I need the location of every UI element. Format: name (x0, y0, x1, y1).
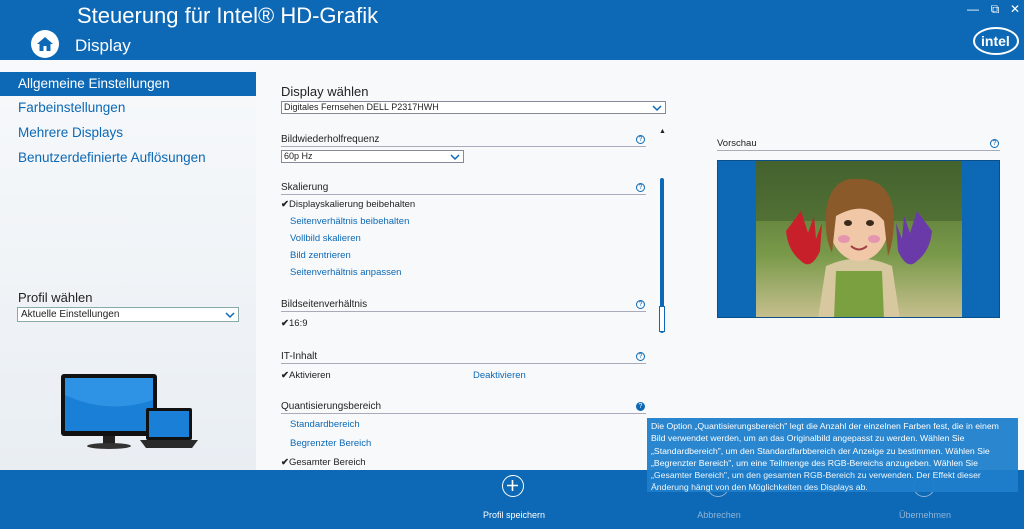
scaling-option-customize-aspect[interactable]: Seitenverhältnis anpassen (290, 267, 401, 278)
preview-frame (717, 160, 1000, 318)
refresh-rate-title: Bildwiederholfrequenz (281, 134, 380, 145)
aspect-ratio-title: Bildseitenverhältnis (281, 299, 368, 310)
chevron-down-icon (450, 154, 460, 161)
divider (281, 363, 646, 364)
intel-logo: intel (973, 27, 1019, 55)
sidebar: Allgemeine Einstellungen Farbeinstellung… (0, 60, 256, 470)
page-title: Display (75, 36, 131, 55)
title-bar: Steuerung für Intel® HD-Grafik Display —… (0, 0, 1024, 60)
quantization-title: Quantisierungsbereich (281, 401, 382, 412)
it-content-activate[interactable]: ✔Aktivieren (281, 370, 331, 381)
minimize-button[interactable]: — (966, 2, 980, 16)
checkmark-icon: ✔ (281, 457, 289, 468)
it-content-deactivate[interactable]: Deaktivieren (473, 370, 526, 381)
restore-button[interactable]: ⧉ (988, 2, 1002, 16)
home-icon (37, 37, 53, 51)
scaling-option-full-screen[interactable]: Vollbild skalieren (290, 233, 361, 244)
display-select[interactable]: Digitales Fernsehen DELL P2317HWH (281, 101, 666, 114)
save-profile-button[interactable]: Profil speichern (464, 470, 564, 529)
aspect-ratio-value: ✔16:9 (281, 318, 308, 329)
divider (281, 311, 646, 312)
scrollbar-thumb[interactable] (659, 306, 665, 332)
preview-image (756, 161, 962, 317)
preview-label: Vorschau (717, 138, 757, 149)
cancel-label: Abbrechen (697, 510, 741, 520)
divider (281, 194, 646, 195)
help-icon[interactable]: ? (636, 183, 645, 192)
chevron-down-icon (652, 105, 662, 112)
help-icon[interactable]: ? (636, 352, 645, 361)
apply-label: Übernehmen (898, 510, 952, 520)
checkmark-icon: ✔ (281, 199, 289, 210)
sidebar-item-general-settings[interactable]: Allgemeine Einstellungen (0, 72, 256, 96)
scaling-option-center[interactable]: Bild zentrieren (290, 250, 351, 261)
close-button[interactable]: ✕ (1008, 2, 1022, 16)
divider (281, 413, 646, 414)
scaling-option-maintain-display[interactable]: ✔Displayskalierung beibehalten (281, 199, 415, 210)
it-content-title: IT-Inhalt (281, 351, 318, 362)
refresh-rate-value: 60p Hz (284, 151, 313, 161)
help-icon[interactable]: ? (990, 139, 999, 148)
sidebar-item-multiple-displays[interactable]: Mehrere Displays (0, 121, 256, 145)
help-icon[interactable]: ? (636, 402, 645, 411)
monitors-illustration (61, 374, 198, 449)
profile-select-value: Aktuelle Einstellungen (21, 309, 120, 320)
scroll-up-arrow[interactable]: ▲ (659, 128, 666, 135)
refresh-rate-select[interactable]: 60p Hz (281, 150, 464, 163)
home-button[interactable] (31, 30, 59, 58)
sidebar-item-custom-resolutions[interactable]: Benutzerdefinierte Auflösungen (0, 146, 256, 170)
quantization-option-limited[interactable]: Begrenzter Bereich (290, 438, 371, 449)
display-select-value: Digitales Fernsehen DELL P2317HWH (284, 102, 439, 112)
checkmark-icon: ✔ (281, 318, 289, 329)
plus-icon (502, 475, 524, 497)
app-title: Steuerung für Intel® HD-Grafik (77, 3, 379, 28)
quantization-option-standard[interactable]: Standardbereich (290, 419, 360, 430)
help-icon[interactable]: ? (636, 135, 645, 144)
divider (717, 150, 1000, 151)
quantization-option-full[interactable]: ✔Gesamter Bereich (281, 457, 366, 468)
chevron-down-icon (225, 312, 235, 319)
scaling-option-maintain-aspect[interactable]: Seitenverhältnis beibehalten (290, 216, 409, 227)
help-icon[interactable]: ? (636, 300, 645, 309)
profile-select[interactable]: Aktuelle Einstellungen (17, 307, 239, 322)
quantization-tooltip: Die Option „Quantisierungsbereich" legt … (647, 418, 1018, 492)
scaling-title: Skalierung (281, 182, 329, 193)
display-heading: Display wählen (281, 84, 369, 99)
profile-label: Profil wählen (18, 290, 93, 305)
svg-text:intel: intel (981, 33, 1010, 49)
save-profile-label: Profil speichern (482, 510, 546, 520)
sidebar-item-color-settings[interactable]: Farbeinstellungen (0, 96, 256, 120)
divider (281, 146, 646, 147)
checkmark-icon: ✔ (281, 370, 289, 381)
